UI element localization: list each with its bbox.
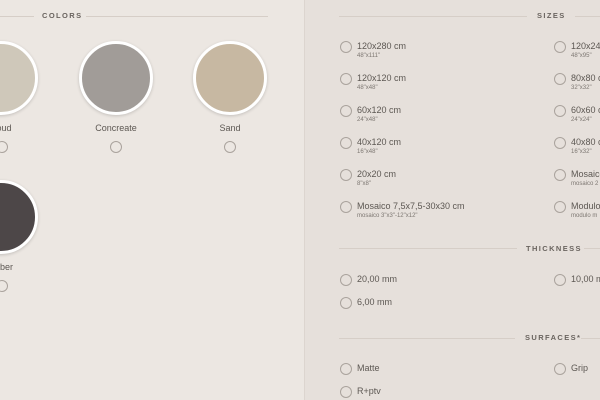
thickness-radio[interactable]: [340, 274, 352, 286]
swatch-concreate[interactable]: [79, 41, 153, 115]
swatch-amber[interactable]: [0, 180, 38, 254]
size-label: Mosaico 7,5x7,5-30x30 cm: [357, 201, 465, 211]
surfaces-rule-left: [339, 338, 515, 339]
size-radio[interactable]: [554, 105, 566, 117]
size-radio[interactable]: [554, 73, 566, 85]
size-label: 120x24: [571, 41, 600, 51]
surface-label: Matte: [357, 363, 380, 373]
thickness-label: 6,00 mm: [357, 297, 393, 307]
size-sublabel: 16"x48": [357, 149, 378, 155]
size-radio[interactable]: [340, 105, 352, 117]
size-radio[interactable]: [554, 201, 566, 213]
size-radio[interactable]: [554, 169, 566, 181]
sizes-section-title: SIZES: [537, 11, 566, 20]
surfaces-rule-right: [581, 338, 600, 339]
thickness-rule-left: [339, 248, 517, 249]
thickness-label: 20,00 mm: [357, 274, 398, 284]
swatch-label-sand: Sand: [219, 123, 241, 133]
swatch-sand[interactable]: [193, 41, 267, 115]
size-label: 20x20 cm: [357, 169, 397, 179]
size-label: 120x280 cm: [357, 41, 407, 51]
surface-label: Grip: [571, 363, 589, 373]
sizes-rule-left: [339, 16, 527, 17]
surface-radio[interactable]: [340, 386, 352, 398]
swatch-label-cloud: oud: [0, 123, 12, 133]
size-sublabel: 8"x8": [357, 181, 371, 187]
sizes-rule-right: [575, 16, 600, 17]
size-label: 120x120 cm: [357, 73, 407, 83]
options-panel: SIZES 120x280 cm 48"x111" 120x120 cm 48"…: [305, 0, 600, 400]
size-label: 40x120 cm: [357, 137, 402, 147]
size-sublabel: 24"x24": [571, 117, 592, 123]
surfaces-section-title: SURFACES*: [525, 333, 582, 342]
size-radio[interactable]: [340, 169, 352, 181]
radio-color-sand[interactable]: [224, 141, 236, 153]
surface-radio[interactable]: [340, 363, 352, 375]
surface-radio[interactable]: [554, 363, 566, 375]
size-sublabel: mosaico 3"x3"-12"x12": [357, 213, 418, 219]
size-radio[interactable]: [340, 201, 352, 213]
size-sublabel: 48"x111": [357, 53, 381, 59]
size-sublabel: 16"x32": [571, 149, 592, 155]
size-radio[interactable]: [340, 73, 352, 85]
size-label: 80x80 c: [571, 73, 600, 83]
size-label: Modulo: [571, 201, 600, 211]
size-label: 40x80 c: [571, 137, 600, 147]
size-radio[interactable]: [340, 41, 352, 53]
colors-rule-right: [86, 16, 268, 17]
thickness-section-title: THICKNESS: [526, 244, 582, 253]
size-label: Mosaico: [571, 169, 600, 179]
thickness-radio[interactable]: [554, 274, 566, 286]
size-radio[interactable]: [554, 41, 566, 53]
thickness-label: 10,00 m: [571, 274, 600, 284]
swatch-cloud[interactable]: [0, 41, 38, 115]
swatch-label-amber: ober: [0, 262, 14, 272]
size-sublabel: modulo m: [571, 213, 598, 219]
size-sublabel: 32"x32": [571, 85, 592, 91]
size-sublabel: 24"x48": [357, 117, 378, 123]
radio-color-cloud[interactable]: [0, 141, 8, 153]
radio-color-amber[interactable]: [0, 280, 8, 292]
size-sublabel: mosaico 2: [571, 181, 599, 187]
colors-section-title: COLORS: [42, 11, 83, 20]
thickness-rule-right: [584, 248, 600, 249]
radio-color-concreate[interactable]: [110, 141, 122, 153]
size-label: 60x60 c: [571, 105, 600, 115]
swatch-label-concreate: Concreate: [95, 123, 137, 133]
size-radio[interactable]: [554, 137, 566, 149]
size-sublabel: 48"x48": [357, 85, 378, 91]
surface-label: R+ptv: [357, 386, 381, 396]
colors-rule-left: [0, 16, 34, 17]
colors-panel: COLORS oud Concreate Sand ober: [0, 0, 305, 400]
size-radio[interactable]: [340, 137, 352, 149]
size-sublabel: 48"x95": [571, 53, 592, 59]
size-label: 60x120 cm: [357, 105, 402, 115]
thickness-radio[interactable]: [340, 297, 352, 309]
